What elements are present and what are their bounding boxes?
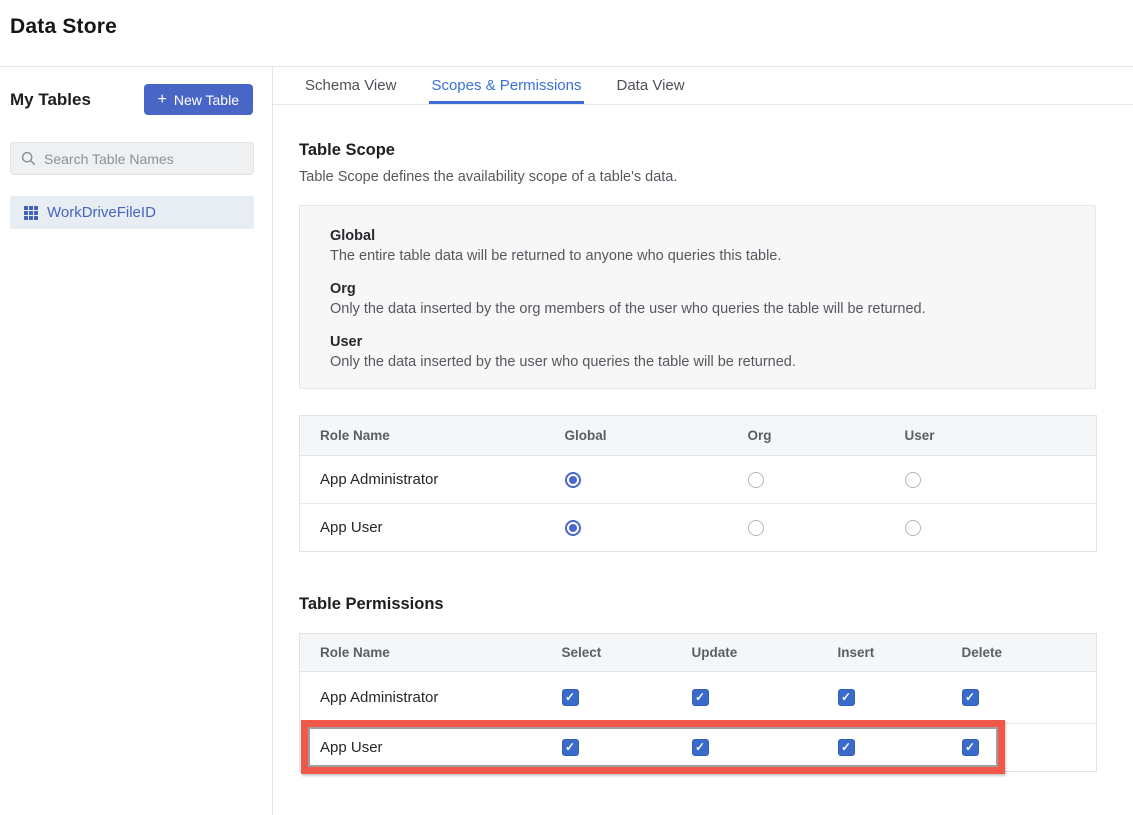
scope-radio-user[interactable] <box>905 472 921 488</box>
role-name-cell: App User <box>300 504 545 552</box>
permission-checkbox-delete[interactable] <box>962 689 979 706</box>
table-item-label: WorkDriveFileID <box>47 204 156 221</box>
definition-user: User Only the data inserted by the user … <box>330 334 1065 370</box>
main-panel: Schema View Scopes & Permissions Data Vi… <box>273 67 1133 815</box>
sidebar-item-workdrivefileid[interactable]: WorkDriveFileID <box>10 196 254 229</box>
page-header: Data Store <box>0 0 1133 67</box>
tab-schema-view[interactable]: Schema View <box>303 67 398 104</box>
table-row: App Administrator <box>300 456 1097 504</box>
definition-term: User <box>330 334 1065 350</box>
column-header-role-name: Role Name <box>300 634 542 672</box>
table-row: App Administrator <box>300 672 1097 724</box>
tab-scopes-permissions[interactable]: Scopes & Permissions <box>429 67 583 104</box>
column-header-insert: Insert <box>818 634 942 672</box>
column-header-role-name: Role Name <box>300 416 545 456</box>
role-name-cell: App Administrator <box>300 456 545 504</box>
table-row: App User <box>300 504 1097 552</box>
permission-checkbox-update[interactable] <box>692 689 709 706</box>
plus-icon: + <box>158 92 167 108</box>
scope-radio-org[interactable] <box>748 520 764 536</box>
column-header-org: Org <box>728 416 885 456</box>
role-name-cell: App User <box>300 724 542 772</box>
scopes-permissions-content: Table Scope Table Scope defines the avai… <box>299 105 1096 772</box>
column-header-global: Global <box>545 416 728 456</box>
column-header-update: Update <box>672 634 818 672</box>
definition-org: Org Only the data inserted by the org me… <box>330 281 1065 317</box>
column-header-delete: Delete <box>942 634 1097 672</box>
table-permissions-table: Role Name Select Update Insert Delete Ap… <box>299 633 1097 772</box>
scope-radio-global[interactable] <box>565 472 581 488</box>
table-permissions-wrap: Role Name Select Update Insert Delete Ap… <box>299 633 1096 772</box>
tab-data-view[interactable]: Data View <box>615 67 687 104</box>
tab-bar: Schema View Scopes & Permissions Data Vi… <box>273 67 1133 105</box>
scope-definitions-box: Global The entire table data will be ret… <box>299 205 1096 389</box>
definition-description: The entire table data will be returned t… <box>330 248 1065 264</box>
search-icon <box>21 151 36 166</box>
table-scope-description: Table Scope defines the availability sco… <box>299 169 1096 185</box>
table-grid-icon <box>24 206 38 220</box>
table-scope-heading: Table Scope <box>299 141 1096 160</box>
permission-checkbox-insert[interactable] <box>838 739 855 756</box>
table-search-box[interactable] <box>10 142 254 175</box>
column-header-user: User <box>885 416 1097 456</box>
permission-checkbox-select[interactable] <box>562 739 579 756</box>
column-header-select: Select <box>542 634 672 672</box>
table-scope-table: Role Name Global Org User App Administra… <box>299 415 1097 552</box>
table-row: App User <box>300 724 1097 772</box>
definition-term: Org <box>330 281 1065 297</box>
my-tables-heading: My Tables <box>10 90 91 110</box>
scope-radio-org[interactable] <box>748 472 764 488</box>
new-table-button[interactable]: + New Table <box>144 84 253 115</box>
new-table-button-label: New Table <box>174 92 239 108</box>
search-input[interactable] <box>44 151 243 167</box>
definition-description: Only the data inserted by the org member… <box>330 301 1065 317</box>
definition-description: Only the data inserted by the user who q… <box>330 354 1065 370</box>
permission-checkbox-select[interactable] <box>562 689 579 706</box>
scope-table-header-row: Role Name Global Org User <box>300 416 1097 456</box>
permission-checkbox-update[interactable] <box>692 739 709 756</box>
scope-radio-user[interactable] <box>905 520 921 536</box>
sidebar: My Tables + New Table WorkDriveFileID <box>0 67 273 815</box>
permission-checkbox-insert[interactable] <box>838 689 855 706</box>
scope-radio-global[interactable] <box>565 520 581 536</box>
definition-term: Global <box>330 228 1065 244</box>
table-permissions-heading: Table Permissions <box>299 595 1096 614</box>
page-title: Data Store <box>10 15 1123 39</box>
role-name-cell: App Administrator <box>300 672 542 724</box>
permission-checkbox-delete[interactable] <box>962 739 979 756</box>
definition-global: Global The entire table data will be ret… <box>330 228 1065 264</box>
permissions-table-header-row: Role Name Select Update Insert Delete <box>300 634 1097 672</box>
